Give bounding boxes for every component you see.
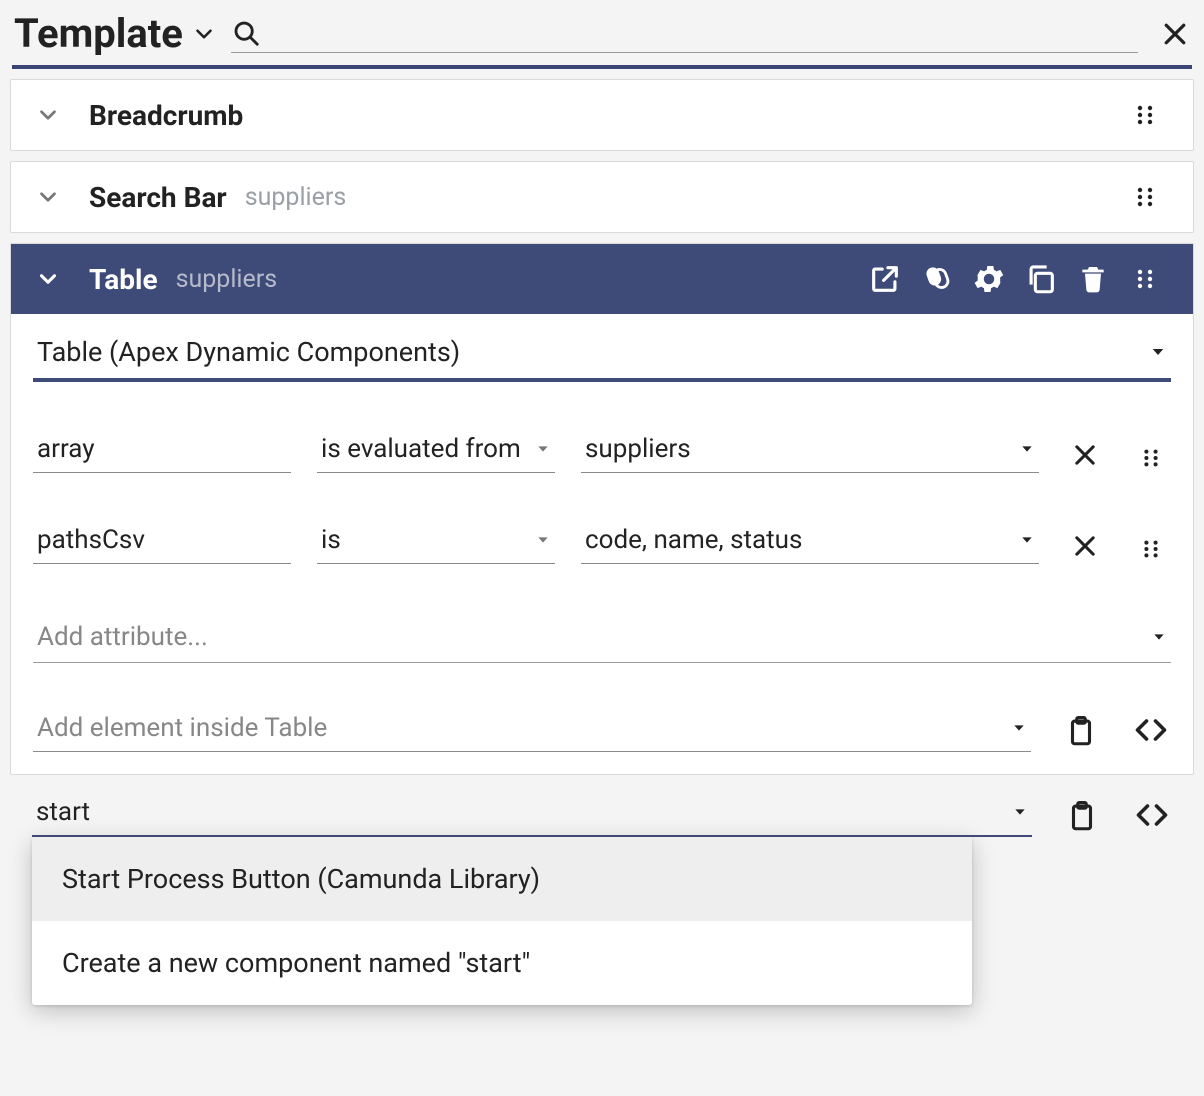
- component-subtitle: suppliers: [176, 265, 278, 294]
- remove-attribute-icon[interactable]: [1065, 441, 1105, 473]
- add-element-query: start: [36, 797, 90, 827]
- title-dropdown-icon[interactable]: [191, 21, 217, 47]
- component-card-breadcrumb: Breadcrumb: [10, 79, 1194, 151]
- delete-icon[interactable]: [1067, 263, 1119, 295]
- attribute-operator-select[interactable]: is: [317, 519, 555, 564]
- attribute-operator-value: is: [321, 525, 341, 555]
- add-element-inside-input[interactable]: Add element inside Table: [33, 707, 1031, 752]
- attribute-operator-select[interactable]: is evaluated from: [317, 428, 555, 473]
- search-icon: [231, 18, 261, 48]
- attribute-value-input[interactable]: suppliers: [581, 428, 1039, 473]
- attribute-name-input[interactable]: array: [33, 428, 291, 473]
- clipboard-icon[interactable]: [1061, 714, 1101, 752]
- drag-handle-icon[interactable]: [1131, 538, 1171, 564]
- attribute-value-input[interactable]: code, name, status: [581, 519, 1039, 564]
- autocomplete-option-label: Create a new component named "start": [62, 947, 530, 979]
- attribute-name-value: pathsCsv: [37, 525, 145, 555]
- add-attribute-placeholder: Add attribute...: [37, 622, 208, 652]
- copy-icon[interactable]: [1015, 262, 1067, 296]
- attribute-name-value: array: [37, 434, 95, 464]
- drag-handle-icon[interactable]: [1131, 447, 1171, 473]
- panel-search-input[interactable]: [231, 15, 1138, 53]
- caret-down-icon: [535, 441, 551, 457]
- component-header-active[interactable]: Table suppliers: [11, 244, 1193, 314]
- chevron-down-icon: [33, 266, 63, 292]
- caret-down-icon: [1149, 343, 1167, 361]
- chevron-down-icon: [33, 184, 63, 210]
- add-element-input[interactable]: start: [32, 791, 1032, 837]
- drag-handle-icon[interactable]: [1119, 103, 1171, 127]
- component-title: Search Bar: [89, 181, 227, 214]
- drag-handle-icon[interactable]: [1119, 185, 1171, 209]
- caret-down-icon: [1019, 532, 1035, 548]
- gear-icon[interactable]: [963, 261, 1015, 297]
- attribute-name-input[interactable]: pathsCsv: [33, 519, 291, 564]
- add-element-inside-placeholder: Add element inside Table: [37, 713, 327, 743]
- attribute-value-text: suppliers: [585, 434, 691, 464]
- autocomplete-menu: Start Process Button (Camunda Library) C…: [32, 837, 972, 1005]
- attribute-value-text: code, name, status: [585, 525, 802, 555]
- header-separator: [12, 65, 1192, 69]
- panel-header: Template: [10, 8, 1194, 65]
- drag-handle-icon[interactable]: [1119, 267, 1171, 291]
- component-header[interactable]: Search Bar suppliers: [11, 162, 1193, 232]
- remove-attribute-icon[interactable]: [1065, 532, 1105, 564]
- open-external-icon[interactable]: [859, 262, 911, 296]
- close-icon[interactable]: [1160, 19, 1190, 49]
- autocomplete-option-label: Start Process Button (Camunda Library): [62, 863, 540, 895]
- component-title: Breadcrumb: [89, 99, 243, 132]
- caret-down-icon: [1151, 629, 1167, 645]
- autocomplete-option[interactable]: Start Process Button (Camunda Library): [32, 837, 972, 921]
- caret-down-icon: [1011, 720, 1027, 736]
- component-subtitle: suppliers: [245, 183, 347, 212]
- code-icon[interactable]: [1132, 797, 1172, 837]
- attribute-row: pathsCsv is code, name, status: [33, 519, 1171, 564]
- autocomplete-option[interactable]: Create a new component named "start": [32, 921, 972, 1005]
- component-type-select[interactable]: Table (Apex Dynamic Components): [33, 324, 1171, 382]
- attribute-operator-value: is evaluated from: [321, 434, 521, 464]
- panel-title: Template: [14, 10, 183, 57]
- component-card-table: Table suppliers Table (: [10, 243, 1194, 775]
- chevron-down-icon: [33, 102, 63, 128]
- add-attribute-input[interactable]: Add attribute...: [33, 616, 1171, 663]
- caret-down-icon: [535, 532, 551, 548]
- component-header[interactable]: Breadcrumb: [11, 80, 1193, 150]
- style-icon[interactable]: [911, 262, 963, 296]
- clipboard-icon[interactable]: [1062, 799, 1102, 837]
- attribute-row: array is evaluated from suppliers: [33, 428, 1171, 473]
- component-type-label: Table (Apex Dynamic Components): [37, 336, 460, 368]
- code-icon[interactable]: [1131, 712, 1171, 752]
- component-card-searchbar: Search Bar suppliers: [10, 161, 1194, 233]
- caret-down-icon: [1019, 441, 1035, 457]
- component-title: Table: [89, 263, 158, 296]
- caret-down-icon: [1012, 804, 1028, 820]
